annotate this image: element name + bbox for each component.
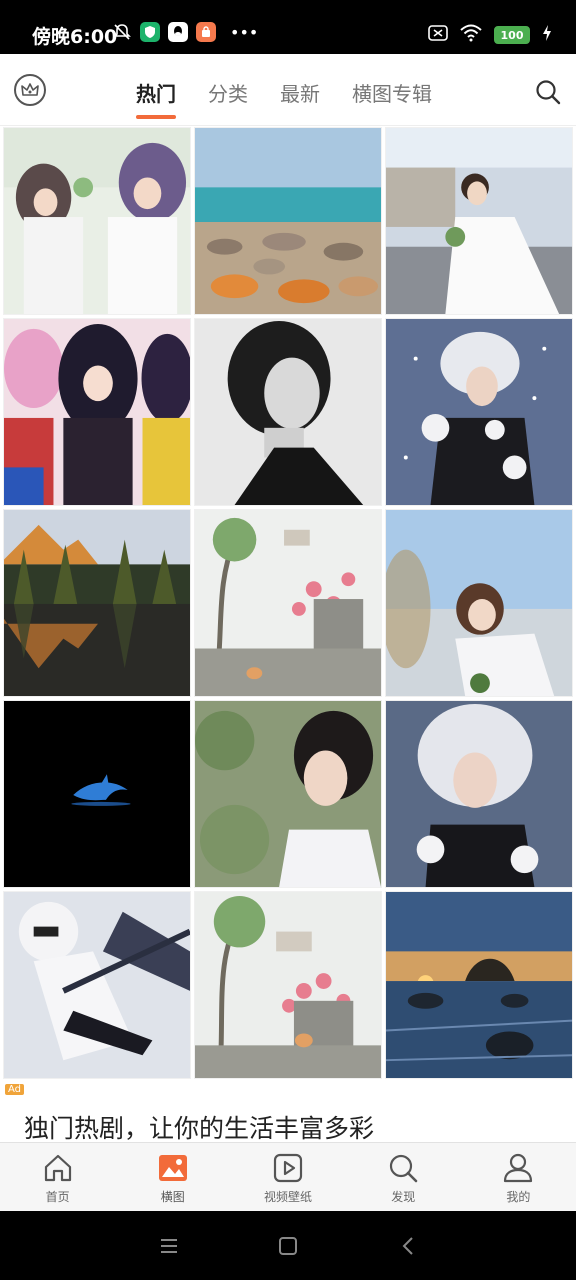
dolphin-image [4, 701, 190, 887]
wallpaper-tile[interactable] [385, 127, 573, 315]
tab-category[interactable]: 分类 [208, 78, 248, 107]
more-notifications: ••• [230, 22, 259, 42]
portrait-image [195, 319, 381, 505]
portrait-image [386, 128, 572, 314]
battery-indicator: 100 [494, 26, 530, 44]
profile-icon [504, 1153, 533, 1183]
vip-crown-icon[interactable] [14, 74, 46, 106]
wallpaper-tile[interactable] [194, 509, 382, 697]
tab-latest[interactable]: 最新 [280, 78, 320, 107]
wallpaper-tile[interactable] [194, 318, 382, 506]
nav-video-wallpaper[interactable]: 视频壁纸 [230, 1143, 345, 1211]
garden-image [195, 510, 381, 696]
tab-hot[interactable]: 热门 [136, 78, 176, 119]
wallpaper-tile[interactable] [3, 891, 191, 1079]
sunset-image [386, 892, 572, 1078]
shopping-app-icon [196, 22, 216, 42]
system-nav-bar [0, 1211, 576, 1280]
discover-icon [390, 1154, 418, 1183]
nav-home[interactable]: 首页 [0, 1143, 115, 1211]
sim-off-icon [428, 25, 448, 45]
category-tabs: 热门 分类 最新 横图专辑 [136, 78, 432, 119]
portrait-image [386, 701, 572, 887]
qq-icon [168, 22, 188, 42]
nav-landscape-label: 横图 [160, 1190, 185, 1204]
nav-landscape[interactable]: 横图 [115, 1143, 230, 1211]
charging-icon [542, 25, 552, 45]
nav-home-label: 首页 [45, 1190, 70, 1204]
wallpaper-tile[interactable] [194, 700, 382, 888]
anime-image [4, 128, 190, 314]
anime-image [4, 319, 190, 505]
tab-landscape-album[interactable]: 横图专辑 [352, 78, 432, 107]
wallpaper-tile[interactable] [194, 127, 382, 315]
notification-icons: ••• [112, 22, 258, 42]
system-indicators: 100 [428, 24, 552, 46]
anime-image [4, 892, 190, 1078]
wifi-icon [460, 24, 482, 46]
nav-video-label: 视频壁纸 [264, 1190, 313, 1204]
wallpaper-tile[interactable] [385, 318, 573, 506]
wallpaper-tile[interactable] [194, 891, 382, 1079]
top-bar: 热门 分类 最新 横图专辑 [0, 54, 576, 126]
wallpaper-tile[interactable] [3, 700, 191, 888]
back-icon[interactable] [398, 1235, 420, 1257]
wallpaper-tile[interactable] [385, 891, 573, 1079]
wallpaper-tile[interactable] [3, 318, 191, 506]
wallpaper-tile[interactable] [3, 509, 191, 697]
home-icon [44, 1154, 71, 1182]
status-bar: 傍晚6:00 ••• 100 [0, 0, 576, 54]
portrait-image [386, 319, 572, 505]
nav-profile-label: 我的 [506, 1190, 531, 1204]
search-icon[interactable] [534, 78, 562, 106]
landscape-image [4, 510, 190, 696]
status-time: 傍晚6:00 [32, 26, 118, 48]
mute-icon [112, 22, 132, 42]
ad-badge: Ad [5, 1084, 25, 1095]
nav-profile[interactable]: 我的 [461, 1143, 576, 1211]
wallpaper-tile[interactable] [385, 509, 573, 697]
nav-discover[interactable]: 发现 [346, 1143, 461, 1211]
garden-image [195, 892, 381, 1078]
menu-icon[interactable] [158, 1235, 180, 1257]
image-icon [158, 1155, 187, 1181]
nav-discover-label: 发现 [391, 1190, 416, 1204]
seascape-image [195, 128, 381, 314]
home-button-icon[interactable] [277, 1235, 299, 1257]
app-screen: 热门 分类 最新 横图专辑 Ad 独门热剧，让你的生活丰富多彩 首页 横图 视频… [0, 54, 576, 1211]
shield-app-icon [140, 22, 160, 42]
wallpaper-tile[interactable] [3, 127, 191, 315]
portrait-image [195, 701, 381, 887]
bottom-navigation: 首页 横图 视频壁纸 发现 我的 [0, 1142, 576, 1211]
ad-banner-text[interactable]: 独门热剧，让你的生活丰富多彩 [24, 1109, 374, 1145]
video-icon [273, 1153, 303, 1183]
wallpaper-tile[interactable] [385, 700, 573, 888]
wallpaper-grid [3, 127, 575, 1079]
portrait-image [386, 510, 572, 696]
